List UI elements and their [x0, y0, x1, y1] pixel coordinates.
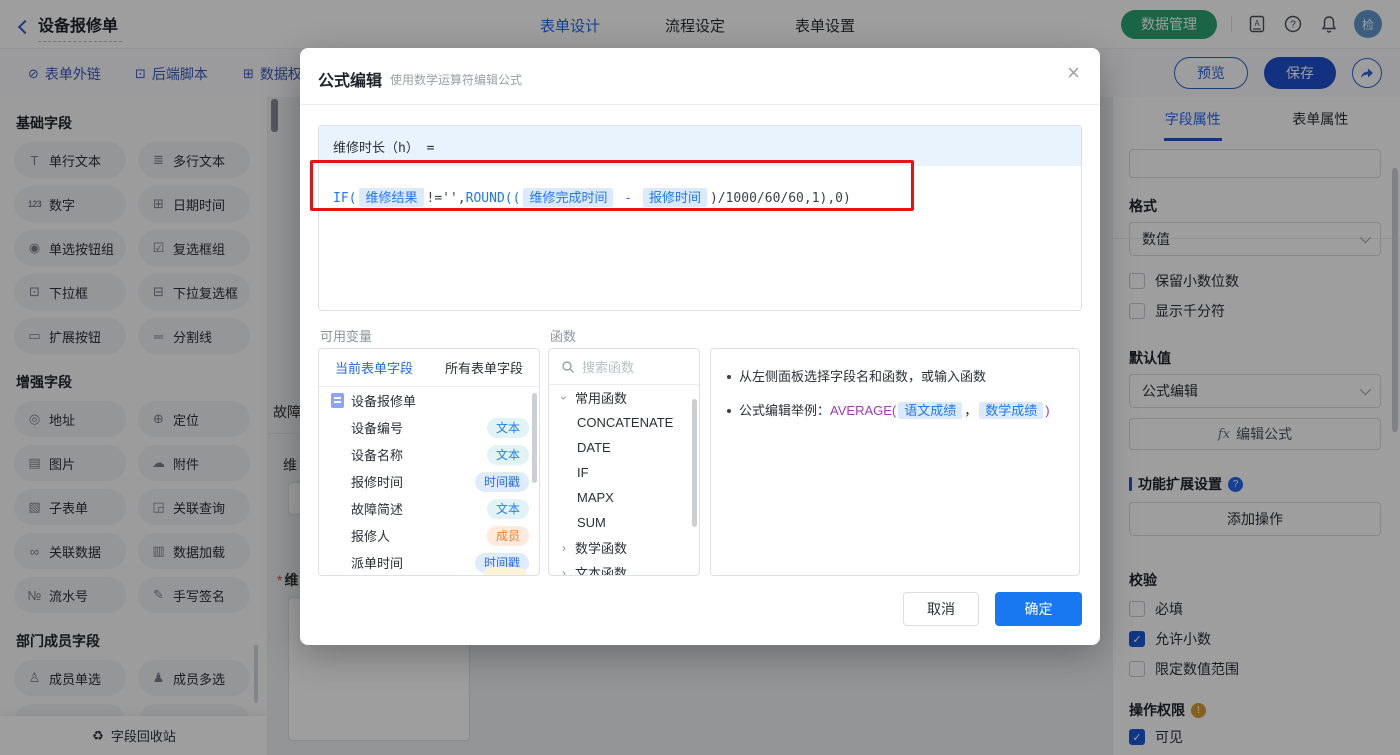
function-group[interactable]: › 常用函数	[549, 385, 699, 410]
function-group[interactable]: › 数学函数	[549, 535, 699, 560]
variable-row[interactable]: 设备编号 文本	[319, 414, 539, 441]
variables-scrollbar[interactable]	[532, 393, 537, 483]
variables-panel: 当前表单字段 所有表单字段 设备报修单 设备编号 文本 设备名称 文本 报修时间 时间戳故…	[318, 348, 540, 576]
function-item[interactable]: CONCATENATE	[549, 410, 699, 435]
variables-root-node[interactable]: 设备报修单	[319, 387, 539, 414]
formula-target: 维修时长（h） =	[319, 126, 1081, 166]
functions-scrollbar[interactable]	[692, 399, 697, 527]
chevron-expanded-icon: ›	[557, 395, 571, 400]
help-line-1: 从左侧面板选择字段名和函数，或输入函数	[727, 367, 1063, 387]
screen: 设备报修单 表单设计 流程设定 表单设置 数据管理 A ? 检 ⊘ 表单外链 ⊡ 后…	[0, 0, 1400, 755]
modal-subtitle: 使用数学运算符编辑公式	[390, 73, 523, 87]
formula-field-chip: 维修完成时间	[523, 188, 614, 207]
formula-editor: 维修时长（h） = IF(维修结果 !='',ROUND((维修完成时间 - 报修…	[318, 125, 1082, 311]
example-field-chip: 数学成绩	[979, 402, 1044, 419]
formula-field-chip: 报修时间	[642, 188, 707, 207]
formula-code: -	[616, 191, 640, 206]
formula-input[interactable]: IF(维修结果 !='',ROUND((维修完成时间 - 报修时间)/1000/6…	[319, 166, 1081, 231]
functions-label: 函数	[550, 329, 577, 344]
formula-code: )/1000/60/60,1),0)	[709, 191, 851, 206]
field-type-badge: 文本	[486, 417, 529, 438]
search-placeholder: 搜索函数	[582, 360, 635, 375]
chevron-collapsed-icon: ›	[562, 565, 566, 576]
modal-title: 公式编辑	[318, 73, 383, 90]
functions-panel: 搜索函数 › 常用函数 CONCATENATE DATE IF MAPX SUM › 数学函数 ›…	[548, 348, 700, 576]
cancel-button[interactable]: 取消	[903, 592, 979, 626]
confirm-button[interactable]: 确定	[995, 592, 1082, 626]
help-line-2: 公式编辑举例：AVERAGE(语文成绩，数学成绩)	[727, 401, 1063, 421]
formula-editor-modal: 公式编辑 使用数学运算符编辑公式 × 维修时长（h） = IF(维修结果 !=''…	[300, 48, 1100, 645]
variable-row[interactable]: 报修时间 时间戳	[319, 468, 539, 495]
variable-row[interactable]: 设备名称 文本	[319, 441, 539, 468]
search-icon	[562, 360, 574, 373]
function-item[interactable]: MAPX	[549, 485, 699, 510]
function-item[interactable]: SUM	[549, 510, 699, 535]
function-search[interactable]: 搜索函数	[549, 349, 699, 385]
chevron-collapsed-icon: ›	[562, 540, 566, 555]
modal-header: 公式编辑 使用数学运算符编辑公式 ×	[300, 48, 1100, 105]
formula-code: ROUND((	[465, 191, 521, 206]
formula-field-chip: 维修结果	[359, 188, 424, 207]
clipped-badge	[483, 567, 527, 575]
form-doc-icon	[331, 393, 344, 408]
example-field-chip: 语文成绩	[898, 402, 963, 419]
variables-label: 可用变量	[320, 329, 373, 344]
help-panel: 从左侧面板选择字段名和函数，或输入函数 公式编辑举例：AVERAGE(语文成绩，…	[710, 348, 1080, 576]
field-type-badge: 成员	[486, 525, 529, 546]
tab-all-form-fields[interactable]: 所有表单字段	[429, 349, 539, 386]
field-type-badge: 时间戳	[474, 471, 529, 492]
close-icon[interactable]: ×	[1067, 62, 1080, 84]
tab-current-form-fields[interactable]: 当前表单字段	[319, 349, 429, 386]
field-type-badge: 文本	[486, 444, 529, 465]
formula-code: !='',	[426, 191, 466, 206]
function-item[interactable]: DATE	[549, 435, 699, 460]
formula-code: IF(	[333, 191, 357, 206]
variable-row[interactable]: 报修人 成员	[319, 522, 539, 549]
variable-row[interactable]: 故障简述 文本	[319, 495, 539, 522]
field-type-badge: 文本	[486, 498, 529, 519]
function-group[interactable]: › 文本函数	[549, 560, 699, 576]
function-item[interactable]: IF	[549, 460, 699, 485]
